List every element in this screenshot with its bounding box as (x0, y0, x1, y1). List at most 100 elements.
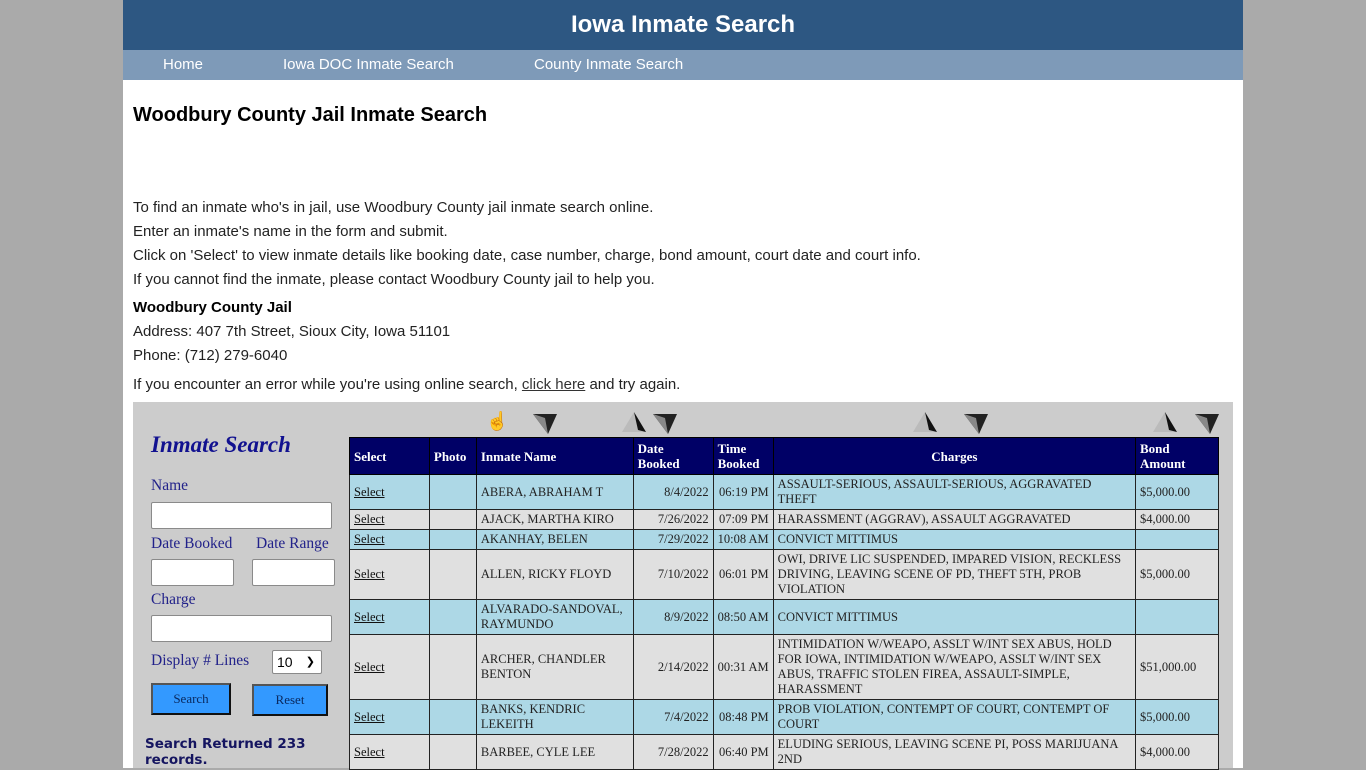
date-range-label: Date Range (256, 535, 329, 552)
charges-cell: CONVICT MITTIMUS (772, 529, 1137, 550)
sort-desc-name-icon[interactable] (533, 412, 557, 434)
select-cell: Select (349, 699, 430, 735)
select-cell: Select (349, 549, 430, 600)
date-booked-cell: 8/4/2022 (632, 474, 714, 510)
header-charges: Charges (772, 437, 1137, 475)
select-link[interactable]: Select (354, 610, 385, 624)
search-button[interactable]: Search (151, 683, 231, 715)
jail-info: Woodbury County Jail Address: 407 7th St… (133, 296, 450, 368)
intro-line: Enter an inmate's name in the form and s… (133, 223, 448, 240)
bond-amount-cell: $5,000.00 (1135, 474, 1219, 510)
display-lines-value: 10 (277, 654, 293, 670)
date-booked-cell: 8/9/2022 (632, 599, 714, 635)
photo-cell (428, 634, 477, 700)
time-booked-cell: 06:40 PM (712, 734, 774, 770)
inmate-name-cell: AKANHAY, BELEN (475, 529, 634, 550)
page-container: Iowa Inmate Search Home Iowa DOC Inmate … (123, 0, 1243, 770)
time-booked-cell: 07:09 PM (712, 509, 774, 530)
charge-label: Charge (151, 591, 196, 608)
name-input[interactable] (151, 502, 332, 529)
chevron-down-icon: ❯ (305, 656, 315, 668)
select-link[interactable]: Select (354, 710, 385, 724)
jail-address: Address: 407 7th Street, Sioux City, Iow… (133, 323, 451, 340)
intro-text: To find an inmate who's in jail, use Woo… (133, 196, 921, 292)
select-link[interactable]: Select (354, 532, 385, 546)
nav-iowa-doc-inmate-search[interactable]: Iowa DOC Inmate Search (283, 50, 454, 80)
date-range-input[interactable] (252, 559, 335, 586)
bond-amount-cell (1135, 599, 1219, 635)
date-booked-label: Date Booked (151, 535, 233, 552)
charge-input[interactable] (151, 615, 332, 642)
date-booked-cell: 7/29/2022 (632, 529, 714, 550)
jail-phone: Phone: (712) 279-6040 (133, 347, 288, 364)
site-title: Iowa Inmate Search (570, 11, 796, 38)
inmate-name-cell: ALLEN, RICKY FLOYD (475, 549, 634, 600)
page-title: Woodbury County Jail Inmate Search (133, 104, 488, 126)
table-row: Select BARBEE, CYLE LEE 7/28/2022 06:40 PM E… (349, 734, 1219, 770)
select-cell: Select (349, 599, 430, 635)
sort-asc-date-icon[interactable] (622, 412, 646, 434)
sort-desc-bond-icon[interactable] (1195, 412, 1219, 434)
select-cell: Select (349, 509, 430, 530)
table-row: Select ALVARADO-SANDOVAL, RAYMUNDO 8/9/202… (349, 599, 1219, 635)
photo-cell (428, 509, 477, 530)
inmate-name-cell: ABERA, ABRAHAM T (475, 474, 634, 510)
charges-cell: ASSAULT-SERIOUS, ASSAULT-SERIOUS, AGGRAV… (772, 474, 1137, 510)
date-booked-cell: 2/14/2022 (632, 634, 714, 700)
charges-cell: CONVICT MITTIMUS (772, 599, 1137, 635)
date-booked-input[interactable] (151, 559, 234, 586)
photo-cell (428, 529, 477, 550)
select-link[interactable]: Select (354, 567, 385, 581)
photo-cell (428, 549, 477, 600)
select-link[interactable]: Select (354, 512, 385, 526)
name-label: Name (151, 477, 189, 494)
inmate-name-cell: AJACK, MARTHA KIRO (475, 509, 634, 530)
site-banner: Iowa Inmate Search (123, 0, 1243, 50)
sort-asc-charges-icon[interactable] (913, 412, 937, 434)
select-link[interactable]: Select (354, 745, 385, 759)
search-area: Inmate Search Name Date Booked Date Rang… (133, 402, 1233, 770)
charges-cell: OWI, DRIVE LIC SUSPENDED, IMPARED VISION… (772, 549, 1137, 600)
nav-county-inmate-search[interactable]: County Inmate Search (534, 50, 683, 80)
header-date-booked: Date Booked (632, 437, 714, 475)
table-row: Select ABERA, ABRAHAM T 8/4/2022 06:19 PM AS… (349, 474, 1219, 510)
reset-button[interactable]: Reset (252, 684, 328, 716)
inmate-results-table: Select Photo Inmate Name Date Booked Tim… (349, 437, 1219, 770)
table-row: Select BANKS, KENDRIC LEKEITH 7/4/2022 08:4… (349, 699, 1219, 735)
table-row: Select AKANHAY, BELEN 7/29/2022 10:08 AM CON… (349, 529, 1219, 550)
nav-bar: Home Iowa DOC Inmate Search County Inmat… (123, 50, 1243, 80)
bond-amount-cell: $4,000.00 (1135, 509, 1219, 530)
sort-desc-charges-icon[interactable] (964, 412, 988, 434)
charges-cell: HARASSMENT (AGGRAV), ASSAULT AGGRAVATED (772, 509, 1137, 530)
photo-cell (428, 699, 477, 735)
date-booked-cell: 7/28/2022 (632, 734, 714, 770)
select-cell: Select (349, 474, 430, 510)
time-booked-cell: 06:01 PM (712, 549, 774, 600)
inmate-name-cell: ALVARADO-SANDOVAL, RAYMUNDO (475, 599, 634, 635)
error-help-line: If you encounter an error while you're u… (133, 374, 680, 396)
display-lines-select[interactable]: 10 ❯ (272, 650, 322, 674)
nav-home[interactable]: Home (163, 50, 203, 80)
search-result-count: Search Returned 233 records. (145, 736, 306, 768)
click-here-link[interactable]: click here (522, 376, 585, 393)
table-row: Select AJACK, MARTHA KIRO 7/26/2022 07:09 P… (349, 509, 1219, 530)
charges-cell: PROB VIOLATION, CONTEMPT OF COURT, CONTE… (772, 699, 1137, 735)
select-link[interactable]: Select (354, 485, 385, 499)
header-inmate-name: Inmate Name (475, 437, 634, 475)
photo-cell (428, 474, 477, 510)
sort-desc-date-icon[interactable] (653, 412, 677, 434)
table-header-row: Select Photo Inmate Name Date Booked Tim… (349, 437, 1219, 475)
date-booked-cell: 7/26/2022 (632, 509, 714, 530)
sort-asc-bond-icon[interactable] (1153, 412, 1177, 434)
header-select: Select (349, 437, 430, 475)
inmate-name-cell: BANKS, KENDRIC LEKEITH (475, 699, 634, 735)
search-form-title: Inmate Search (151, 432, 291, 457)
error-text-before: If you encounter an error while you're u… (133, 376, 522, 393)
header-bond-amount: Bond Amount (1135, 437, 1219, 475)
date-booked-cell: 7/10/2022 (632, 549, 714, 600)
pointing-hand-icon: ☝ (486, 411, 509, 431)
select-link[interactable]: Select (354, 660, 385, 674)
bond-amount-cell: $4,000.00 (1135, 734, 1219, 770)
charges-cell: INTIMIDATION W/WEAPO, ASSLT W/INT SEX AB… (772, 634, 1137, 700)
header-time-booked: Time Booked (712, 437, 774, 475)
